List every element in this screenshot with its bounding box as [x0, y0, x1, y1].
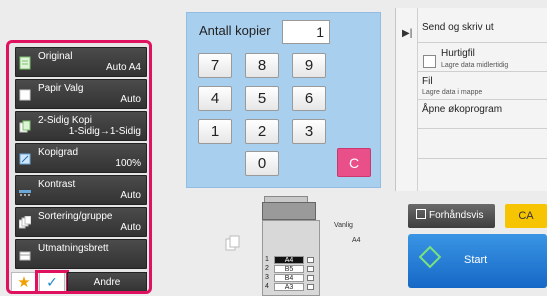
preview-icon — [416, 209, 426, 219]
divider — [418, 128, 547, 129]
divider — [418, 42, 547, 43]
original-button[interactable]: Original Auto A4 — [15, 47, 147, 77]
divider — [418, 158, 547, 159]
sort-group-label: Sortering/gruppe — [38, 211, 113, 222]
panel-bottom-bar: ★ ✓ Andre — [9, 270, 149, 291]
key-7[interactable]: 7 — [198, 53, 232, 78]
exposure-button[interactable]: Kontrast Auto — [15, 175, 147, 205]
duplex-copy-label: 2-Sidig Kopi — [38, 115, 92, 126]
file-sub: Lagre data i mappe — [422, 89, 483, 96]
key-3[interactable]: 3 — [292, 119, 326, 144]
clear-all-button[interactable]: CA — [505, 204, 547, 228]
function-panel: Original Auto A4 Papir Valg Auto 2-Sidig… — [6, 40, 152, 294]
tray-size: A4 — [274, 256, 304, 264]
clear-button[interactable]: C — [337, 148, 371, 177]
check-highlight-frame — [35, 270, 69, 291]
send-print-item[interactable]: Send og skriv ut — [422, 22, 494, 33]
output-tray-label: Utmatningsbrett — [38, 243, 109, 254]
start-icon — [418, 245, 442, 269]
preview-label: Forhåndsvis — [429, 210, 484, 221]
quick-file-item[interactable]: Hurtigfil — [441, 48, 475, 59]
tray-number: 3 — [265, 274, 269, 281]
paper-select-icon — [19, 89, 31, 101]
file-item[interactable]: Fil — [422, 76, 433, 87]
quick-file-sub: Lagre data midlertidig — [441, 62, 509, 69]
copies-title: Antall kopier — [199, 23, 271, 38]
panel-toggle[interactable]: ▶| — [396, 8, 418, 191]
action-panel: ▶| Send og skriv ut Hurtigfil Lagre data… — [395, 8, 547, 191]
tray-number: 2 — [265, 265, 269, 272]
exposure-icon — [19, 190, 31, 196]
expand-arrow-icon: ▶| — [402, 28, 413, 39]
key-9[interactable]: 9 — [292, 53, 326, 78]
paper-type-label: Vanlig — [334, 222, 353, 229]
divider — [418, 99, 547, 100]
copies-display[interactable]: 1 — [282, 20, 330, 44]
machine-output-area — [262, 202, 316, 220]
ratio-icon — [19, 153, 31, 165]
duplex-copy-button[interactable]: 2-Sidig Kopi 1-Sidig→1-Sidig — [15, 111, 147, 141]
original-value: Auto A4 — [105, 62, 141, 73]
tray-3[interactable]: 3 B4 — [265, 274, 317, 282]
favorite-star-button[interactable]: ★ — [11, 272, 37, 291]
copy-ratio-label: Kopigrad — [38, 147, 79, 158]
paper-stack-icon — [225, 235, 240, 251]
start-label: Start — [464, 254, 488, 266]
tray-number: 1 — [265, 256, 269, 263]
tray-level-indicator — [307, 275, 314, 281]
tray-1[interactable]: 1 A4 — [265, 256, 317, 264]
key-6[interactable]: 6 — [292, 86, 326, 111]
tray-2[interactable]: 2 B5 — [265, 265, 317, 273]
paper-select-label: Papir Valg — [38, 83, 84, 94]
preview-button[interactable]: Forhåndsvis — [408, 204, 495, 228]
output-tray-button[interactable]: Utmatningsbrett — [15, 239, 147, 269]
key-4[interactable]: 4 — [198, 86, 232, 111]
output-tray-icon — [19, 251, 31, 261]
paper-select-button[interactable]: Papir Valg Auto — [15, 79, 147, 109]
quick-file-checkbox[interactable] — [423, 55, 436, 68]
start-button[interactable]: Start — [408, 234, 547, 288]
key-5[interactable]: 5 — [245, 86, 279, 111]
tray-level-indicator — [307, 266, 314, 272]
duplex-copy-value: 1-Sidig→1-Sidig — [68, 126, 141, 137]
original-icon — [19, 56, 31, 70]
tray-4[interactable]: 4 A3 — [265, 283, 317, 291]
key-1[interactable]: 1 — [198, 119, 232, 144]
exposure-label: Kontrast — [38, 179, 76, 190]
key-2[interactable]: 2 — [245, 119, 279, 144]
copy-ratio-value: 100% — [115, 158, 141, 169]
tray-size: B5 — [274, 265, 304, 273]
exposure-value: Auto — [120, 190, 141, 201]
key-0[interactable]: 0 — [245, 151, 279, 176]
duplex-icon — [19, 120, 31, 133]
sort-icon — [19, 216, 31, 229]
tray-level-indicator — [307, 284, 314, 290]
copies-keypad: Antall kopier 1 7 8 9 4 5 6 1 2 3 0 C — [186, 12, 381, 188]
divider — [418, 71, 547, 72]
sort-group-value: Auto — [120, 222, 141, 233]
original-label: Original — [38, 51, 73, 62]
paper-size-label: A4 — [352, 237, 361, 244]
eco-program-item[interactable]: Åpne økoprogram — [422, 104, 502, 115]
copy-ratio-button[interactable]: Kopigrad 100% — [15, 143, 147, 173]
paper-select-value: Auto — [120, 94, 141, 105]
other-button[interactable]: Andre — [67, 272, 147, 291]
key-8[interactable]: 8 — [245, 53, 279, 78]
tray-number: 4 — [265, 283, 269, 290]
sort-group-button[interactable]: Sortering/gruppe Auto — [15, 207, 147, 237]
tray-level-indicator — [307, 257, 314, 263]
tray-size: B4 — [274, 274, 304, 282]
tray-size: A3 — [274, 283, 304, 291]
star-icon: ★ — [17, 274, 31, 291]
